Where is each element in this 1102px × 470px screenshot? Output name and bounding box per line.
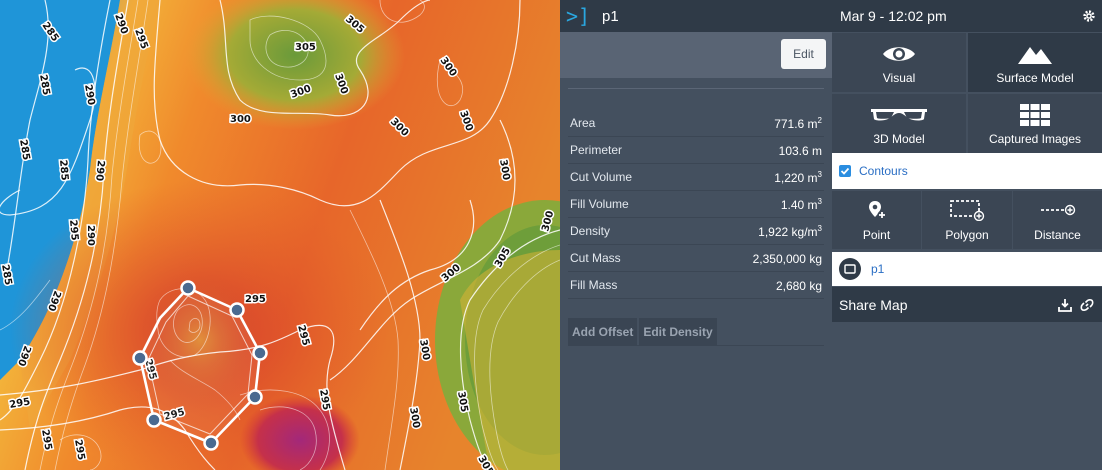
glasses-icon: [870, 103, 928, 127]
share-map-label: Share Map: [839, 296, 908, 313]
map-tools-panel: Mar 9 - 12:02 pm Visual Surface Model 3D…: [832, 0, 1102, 470]
polygon-vertex-handle[interactable]: [132, 350, 148, 366]
contour-label-295: 295: [67, 219, 80, 241]
property-row-fill-volume: Fill Volume 1.40 m3: [568, 191, 824, 218]
share-map-bar: Share Map: [832, 287, 1102, 322]
add-distance-icon: [1040, 199, 1076, 221]
property-key: Perimeter: [570, 143, 623, 157]
add-point-icon: [867, 199, 887, 221]
property-value: 2,680 kg: [775, 278, 822, 293]
property-key: Density: [570, 224, 611, 238]
property-row-perimeter: Perimeter 103.6 m: [568, 137, 824, 164]
edit-button[interactable]: Edit: [781, 39, 826, 69]
add-polygon-button[interactable]: Polygon: [922, 191, 1012, 249]
contour-label-290: 290: [85, 225, 96, 246]
panel-header: Mar 9 - 12:02 pm: [832, 0, 1102, 32]
contour-label-300: 300: [230, 114, 251, 125]
view-label: 3D Model: [873, 132, 925, 146]
property-value: 1.40 m3: [780, 196, 822, 212]
view-label: Surface Model: [996, 71, 1074, 85]
logo[interactable]: >]: [560, 0, 596, 32]
property-value: 1,922 kg/m3: [758, 223, 822, 239]
tool-label: Polygon: [945, 228, 989, 242]
add-distance-button[interactable]: Distance: [1013, 191, 1102, 249]
property-key: Area: [570, 116, 596, 130]
add-point-button[interactable]: Point: [832, 191, 921, 249]
capture-datetime[interactable]: Mar 9 - 12:02 pm: [840, 8, 947, 24]
property-key: Cut Volume: [570, 170, 633, 184]
view-surface-model-button[interactable]: Surface Model: [968, 33, 1102, 92]
contour-label-305: 305: [295, 42, 316, 53]
property-list: Area 771.6 m2 Perimeter 103.6 m Cut Volu…: [568, 110, 824, 299]
add-polygon-icon: [949, 199, 985, 221]
grid-icon: [1020, 103, 1050, 127]
contour-label-290: 290: [93, 160, 106, 182]
download-icon[interactable]: [1058, 298, 1072, 312]
layer-label: p1: [871, 262, 885, 276]
property-key: Fill Volume: [570, 197, 629, 211]
polygon-vertex-handle[interactable]: [203, 435, 219, 451]
polygon-vertex-handle[interactable]: [229, 302, 245, 318]
property-value: 1,220 m3: [774, 169, 822, 185]
view-captured-images-button[interactable]: Captured Images: [968, 94, 1102, 153]
add-offset-button[interactable]: Add Offset: [568, 318, 638, 346]
property-row-density: Density 1,922 kg/m3: [568, 218, 824, 245]
mountain-icon: [1017, 42, 1053, 66]
property-value: 771.6 m2: [774, 115, 822, 131]
view-label: Captured Images: [988, 132, 1082, 146]
property-key: Fill Mass: [570, 278, 618, 292]
checkbox-checked-icon[interactable]: [839, 165, 851, 177]
view-visual-button[interactable]: Visual: [832, 33, 966, 92]
contours-toggle[interactable]: Contours: [832, 153, 1102, 189]
polygon-vertex-handle[interactable]: [180, 280, 196, 296]
property-row-area: Area 771.6 m2: [568, 110, 824, 137]
map-canvas[interactable]: 285 285 285 285 285 290 290 290 290 290 …: [0, 0, 560, 470]
eye-icon: [881, 42, 917, 66]
divider: [568, 88, 824, 89]
property-row-fill-mass: Fill Mass 2,680 kg: [568, 272, 824, 299]
surface-map[interactable]: 285 285 285 285 285 290 290 290 290 290 …: [0, 0, 560, 470]
detail-actions: Add Offset Edit Density: [568, 318, 824, 346]
tool-label: Distance: [1034, 228, 1081, 242]
property-row-cut-volume: Cut Volume 1,220 m3: [568, 164, 824, 191]
contours-label: Contours: [859, 164, 908, 178]
link-icon[interactable]: [1080, 298, 1094, 312]
polygon-layer-icon: [839, 258, 861, 280]
property-value: 103.6 m: [778, 143, 822, 158]
layer-item-p1[interactable]: p1: [832, 252, 1102, 286]
contour-label-285: 285: [57, 159, 70, 181]
polygon-vertex-handle[interactable]: [247, 389, 263, 405]
gear-icon[interactable]: [1082, 9, 1096, 23]
tool-label: Point: [862, 228, 891, 242]
edit-density-button[interactable]: Edit Density: [639, 318, 717, 346]
measurement-detail-panel: >] p1 Edit Area 771.6 m2 Perimeter 103.6…: [560, 0, 832, 470]
detail-header: >] p1: [560, 0, 832, 32]
polygon-vertex-handle[interactable]: [146, 412, 162, 428]
view-label: Visual: [882, 71, 916, 85]
contour-label-295: 295: [245, 294, 266, 305]
polygon-vertex-handle[interactable]: [252, 345, 268, 361]
edit-toolbar: Edit: [560, 32, 832, 78]
property-value: 2,350,000 kg: [752, 251, 822, 266]
page-title: p1: [602, 7, 619, 25]
view-3d-model-button[interactable]: 3D Model: [832, 94, 966, 153]
property-key: Cut Mass: [570, 251, 621, 265]
property-row-cut-mass: Cut Mass 2,350,000 kg: [568, 245, 824, 272]
